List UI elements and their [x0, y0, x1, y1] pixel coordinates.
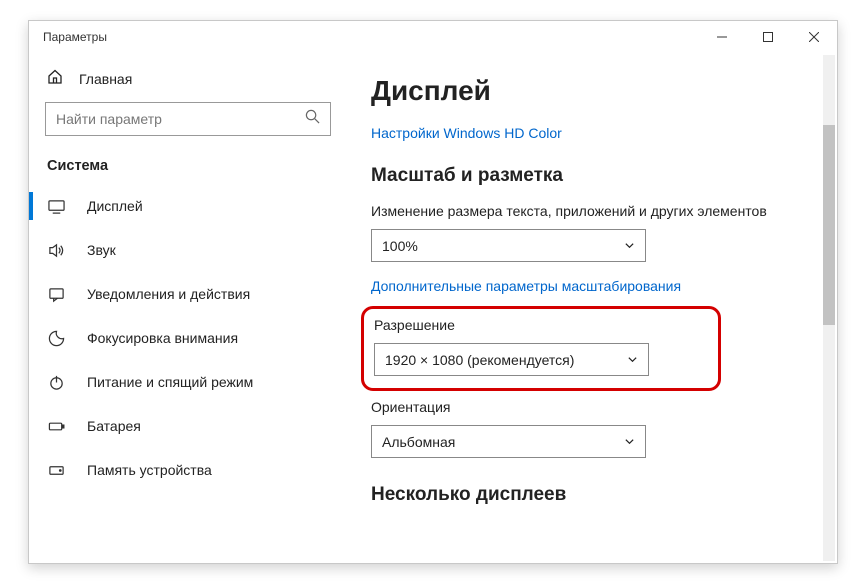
- maximize-button[interactable]: [745, 21, 791, 53]
- orientation-select[interactable]: Альбомная: [371, 425, 646, 458]
- sidebar-item-label: Фокусировка внимания: [87, 330, 238, 346]
- sound-icon: [47, 242, 65, 259]
- sidebar-item-label: Память устройства: [87, 462, 212, 478]
- orientation-label: Ориентация: [371, 399, 817, 415]
- home-label: Главная: [79, 71, 132, 87]
- sidebar-item-label: Питание и спящий режим: [87, 374, 253, 390]
- page-title: Дисплей: [371, 75, 817, 107]
- scale-heading: Масштаб и разметка: [371, 165, 817, 187]
- notifications-icon: [47, 286, 65, 303]
- section-label: Система: [45, 158, 349, 174]
- multiple-displays-heading: Несколько дисплеев: [371, 484, 817, 506]
- scrollbar-thumb[interactable]: [823, 125, 835, 325]
- search-box[interactable]: [45, 102, 331, 136]
- minimize-button[interactable]: [699, 21, 745, 53]
- scrollbar[interactable]: [823, 55, 835, 561]
- hd-color-link[interactable]: Настройки Windows HD Color: [371, 125, 817, 141]
- advanced-scale-link[interactable]: Дополнительные параметры масштабирования: [371, 278, 817, 294]
- resolution-label: Разрешение: [374, 317, 708, 333]
- power-icon: [47, 374, 65, 391]
- scale-value: 100%: [382, 238, 418, 254]
- sidebar-item-battery[interactable]: Батарея: [29, 404, 349, 448]
- sidebar-item-power[interactable]: Питание и спящий режим: [29, 360, 349, 404]
- resolution-select[interactable]: 1920 × 1080 (рекомендуется): [374, 343, 649, 376]
- sidebar-item-label: Звук: [87, 242, 116, 258]
- settings-window: Параметры Главная Система Дисплей: [28, 20, 838, 564]
- orientation-value: Альбомная: [382, 434, 455, 450]
- scale-select[interactable]: 100%: [371, 229, 646, 262]
- sidebar-item-storage[interactable]: Память устройства: [29, 448, 349, 492]
- sidebar-item-notifications[interactable]: Уведомления и действия: [29, 272, 349, 316]
- search-input[interactable]: [56, 111, 305, 127]
- sidebar-item-focus[interactable]: Фокусировка внимания: [29, 316, 349, 360]
- resolution-highlight: Разрешение 1920 × 1080 (рекомендуется): [361, 306, 721, 391]
- sidebar-item-display[interactable]: Дисплей: [29, 184, 349, 228]
- chevron-down-icon: [627, 352, 638, 368]
- battery-icon: [47, 418, 65, 435]
- sidebar-item-label: Дисплей: [87, 198, 143, 214]
- storage-icon: [47, 462, 65, 479]
- sidebar-item-sound[interactable]: Звук: [29, 228, 349, 272]
- home-icon: [47, 69, 63, 88]
- display-icon: [47, 198, 65, 215]
- scale-label: Изменение размера текста, приложений и д…: [371, 203, 817, 219]
- resolution-value: 1920 × 1080 (рекомендуется): [385, 352, 574, 368]
- sidebar: Главная Система Дисплей Звук: [29, 53, 349, 563]
- search-icon: [305, 109, 320, 129]
- nav: Дисплей Звук Уведомления и действия Фоку…: [29, 184, 349, 492]
- sidebar-item-label: Батарея: [87, 418, 141, 434]
- focus-icon: [47, 330, 65, 347]
- window-title: Параметры: [43, 30, 107, 44]
- chevron-down-icon: [624, 238, 635, 254]
- home-link[interactable]: Главная: [45, 63, 349, 102]
- main-content: Дисплей Настройки Windows HD Color Масшт…: [349, 53, 837, 563]
- sidebar-item-label: Уведомления и действия: [87, 286, 250, 302]
- search-container: [45, 102, 331, 136]
- chevron-down-icon: [624, 434, 635, 450]
- titlebar: Параметры: [29, 21, 837, 53]
- close-button[interactable]: [791, 21, 837, 53]
